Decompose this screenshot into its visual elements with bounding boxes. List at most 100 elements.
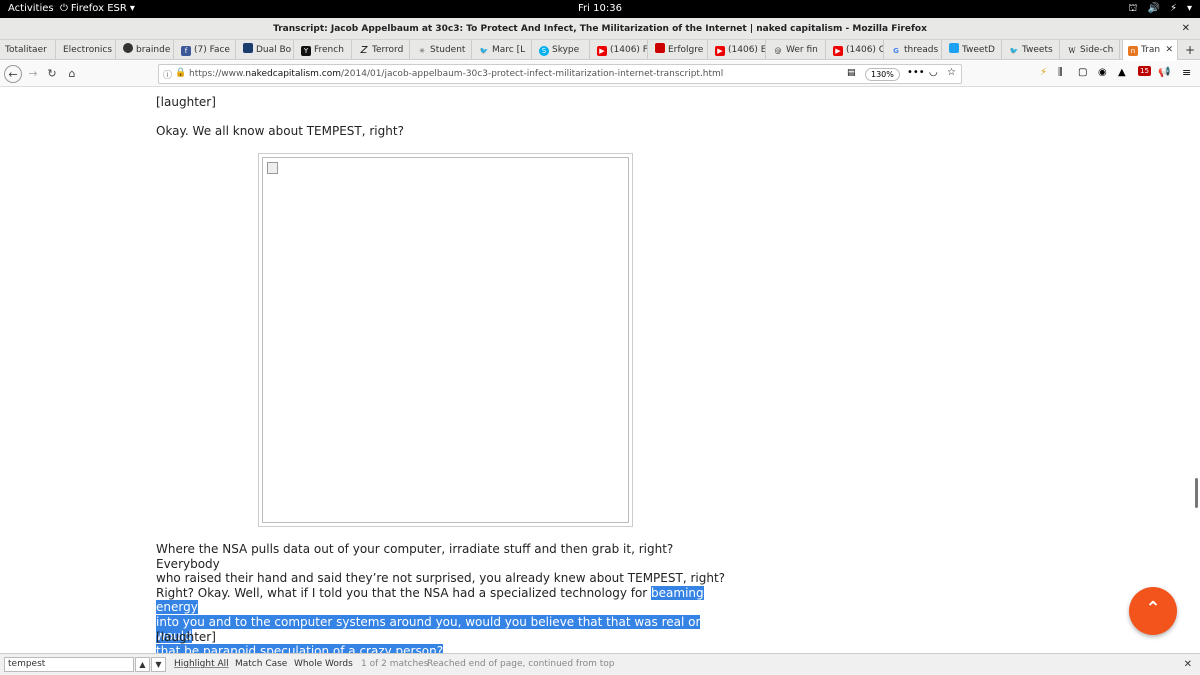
tab-label: Erfolgre xyxy=(668,45,704,55)
chevron-down-icon: ▾ xyxy=(1186,3,1192,14)
home-icon[interactable]: ⌂ xyxy=(64,65,80,83)
extension-icon[interactable]: ▲ xyxy=(1118,67,1126,78)
tab[interactable]: ▶ (1406) E xyxy=(710,40,766,60)
tab[interactable]: Z Terrord xyxy=(354,40,410,60)
megaphone-icon[interactable]: 📢 xyxy=(1158,67,1170,78)
at-icon: @ xyxy=(774,47,782,55)
tab-label: (1406) E xyxy=(728,45,766,55)
tweetdeck-icon xyxy=(949,43,959,53)
twitter-icon: 🐦 xyxy=(1009,47,1019,55)
pocket-icon[interactable]: ◡ xyxy=(929,67,938,78)
text-line: Where the NSA pulls data out of your com… xyxy=(156,542,674,571)
find-next-button[interactable]: ▼ xyxy=(151,657,166,672)
tab-close-icon[interactable]: ✕ xyxy=(1165,40,1173,60)
zoom-indicator[interactable]: 130% xyxy=(865,68,900,81)
tab[interactable]: 🐦 Tweets xyxy=(1004,40,1060,60)
tab[interactable]: Erfolgre xyxy=(650,40,708,60)
tab[interactable]: 🐦 Marc [L xyxy=(474,40,532,60)
account-icon[interactable]: ◉ xyxy=(1098,67,1107,78)
article-image xyxy=(262,157,629,523)
tab-active[interactable]: n Tran ✕ xyxy=(1122,40,1178,60)
tab[interactable]: W Side-ch xyxy=(1062,40,1120,60)
chevron-up-icon: ⌃ xyxy=(1145,598,1161,619)
find-status: Reached end of page, continued from top xyxy=(427,659,615,669)
tab-label: Wer fin xyxy=(786,45,818,55)
tab[interactable]: brainde xyxy=(118,40,174,60)
tab[interactable]: S Skype xyxy=(534,40,590,60)
tab[interactable]: Y French xyxy=(296,40,352,60)
y-icon: Y xyxy=(301,46,311,56)
tab-label: brainde xyxy=(136,45,171,55)
hamburger-menu-icon[interactable]: ≡ xyxy=(1182,66,1191,79)
tab-strip: Totalitaer Electronics brainde f (7) Face… xyxy=(0,40,1200,60)
info-icon[interactable]: ⓘ xyxy=(163,68,172,81)
page-actions-icon[interactable]: ••• xyxy=(907,67,925,78)
wikipedia-icon: W xyxy=(1068,47,1076,55)
find-input[interactable]: tempest xyxy=(4,657,134,672)
highlight-all-toggle[interactable]: Highlight All xyxy=(174,659,229,669)
tab-label: Side-ch xyxy=(1080,45,1114,55)
scrollbar-thumb[interactable] xyxy=(1195,478,1198,508)
tab[interactable]: f (7) Face xyxy=(176,40,236,60)
window-title: Transcript: Jacob Appelbaum at 30c3: To … xyxy=(273,24,927,34)
youtube-icon: ▶ xyxy=(597,46,607,56)
tab[interactable]: TweetD xyxy=(944,40,1002,60)
bookmark-star-icon[interactable]: ☆ xyxy=(947,67,956,78)
tab[interactable]: Gthreads xyxy=(886,40,942,60)
text-line: Right? Okay. Well, what if I told you th… xyxy=(156,585,736,615)
find-previous-button[interactable]: ▲ xyxy=(135,657,150,672)
tab-label: Student xyxy=(430,45,466,55)
extension-icon[interactable]: ⚡ xyxy=(1040,67,1047,78)
tab[interactable]: ▶ (1406) C xyxy=(828,40,884,60)
find-close-icon[interactable]: ✕ xyxy=(1184,659,1192,670)
whole-words-toggle[interactable]: Whole Words xyxy=(294,659,353,669)
tab-label: Marc [L xyxy=(492,45,526,55)
network-icon: ⛫ xyxy=(1128,3,1138,14)
tab[interactable]: ✳ Student xyxy=(412,40,472,60)
reload-icon[interactable]: ↻ xyxy=(44,65,60,83)
tab[interactable]: ▶ (1406) F xyxy=(592,40,648,60)
new-tab-button[interactable]: + xyxy=(1180,40,1200,60)
tab[interactable]: Electronics xyxy=(58,40,116,60)
tab-label: (1406) C xyxy=(846,45,884,55)
scroll-to-top-button[interactable]: ⌃ xyxy=(1129,587,1177,635)
nav-toolbar: ← → ↻ ⌂ ⓘ 🔒 https://www.nakedcapitalism.… xyxy=(0,61,1200,87)
sidebar-icon[interactable]: ▢ xyxy=(1078,67,1087,78)
tab[interactable]: Dual Bo xyxy=(238,40,294,60)
paragraph-tempest-question: Okay. We all know about TEMPEST, right? xyxy=(156,124,404,138)
asterisk-icon: ✳ xyxy=(419,47,425,55)
tab-label: Tran xyxy=(1141,45,1161,55)
tab-label: threads xyxy=(904,45,939,55)
facebook-icon: f xyxy=(181,46,191,56)
find-bar: tempest ▲ ▼ Highlight All Match Case Who… xyxy=(0,653,1200,675)
ublock-badge[interactable]: 15 xyxy=(1138,66,1151,76)
paragraph-laughter: [laughter] xyxy=(156,630,216,644)
site-icon xyxy=(655,43,665,53)
paragraph-laughter: [laughter] xyxy=(156,95,216,109)
window-close-icon[interactable]: ✕ xyxy=(1182,18,1190,40)
url-domain: nakedcapitalism.com xyxy=(245,69,342,79)
reader-view-icon[interactable]: ▤ xyxy=(847,68,856,78)
twitter-icon: 🐦 xyxy=(479,47,489,55)
battery-icon: ⚡ xyxy=(1169,3,1177,14)
match-count: 1 of 2 matches xyxy=(361,659,429,669)
url-bar[interactable]: ⓘ 🔒 https://www.nakedcapitalism.com/2014… xyxy=(158,64,962,84)
window-titlebar: Transcript: Jacob Appelbaum at 30c3: To … xyxy=(0,18,1200,40)
tab[interactable]: @ Wer fin xyxy=(768,40,826,60)
clock[interactable]: Fri 10:36 xyxy=(0,3,1200,14)
tab-label: (1406) F xyxy=(610,45,648,55)
forward-arrow-icon[interactable]: → xyxy=(26,65,40,83)
system-tray[interactable]: ⛫ 🔊 ⚡ ▾ xyxy=(1128,3,1192,16)
site-icon: n xyxy=(1128,46,1138,56)
google-icon: G xyxy=(893,47,899,55)
paragraph-main: Where the NSA pulls data out of your com… xyxy=(156,542,736,658)
tab[interactable]: Totalitaer xyxy=(0,40,56,60)
text-line: who raised their hand and said they’re n… xyxy=(156,571,726,585)
broken-image-icon xyxy=(267,162,278,174)
search-highlight: into you and to the computer systems aro… xyxy=(156,614,701,643)
tab-label: Totalitaer xyxy=(5,45,47,55)
url-text[interactable]: https://www.nakedcapitalism.com/2014/01/… xyxy=(189,69,723,79)
library-icon[interactable]: ⫼ xyxy=(1058,67,1063,78)
match-case-toggle[interactable]: Match Case xyxy=(235,659,287,669)
back-arrow-icon[interactable]: ← xyxy=(4,65,22,83)
